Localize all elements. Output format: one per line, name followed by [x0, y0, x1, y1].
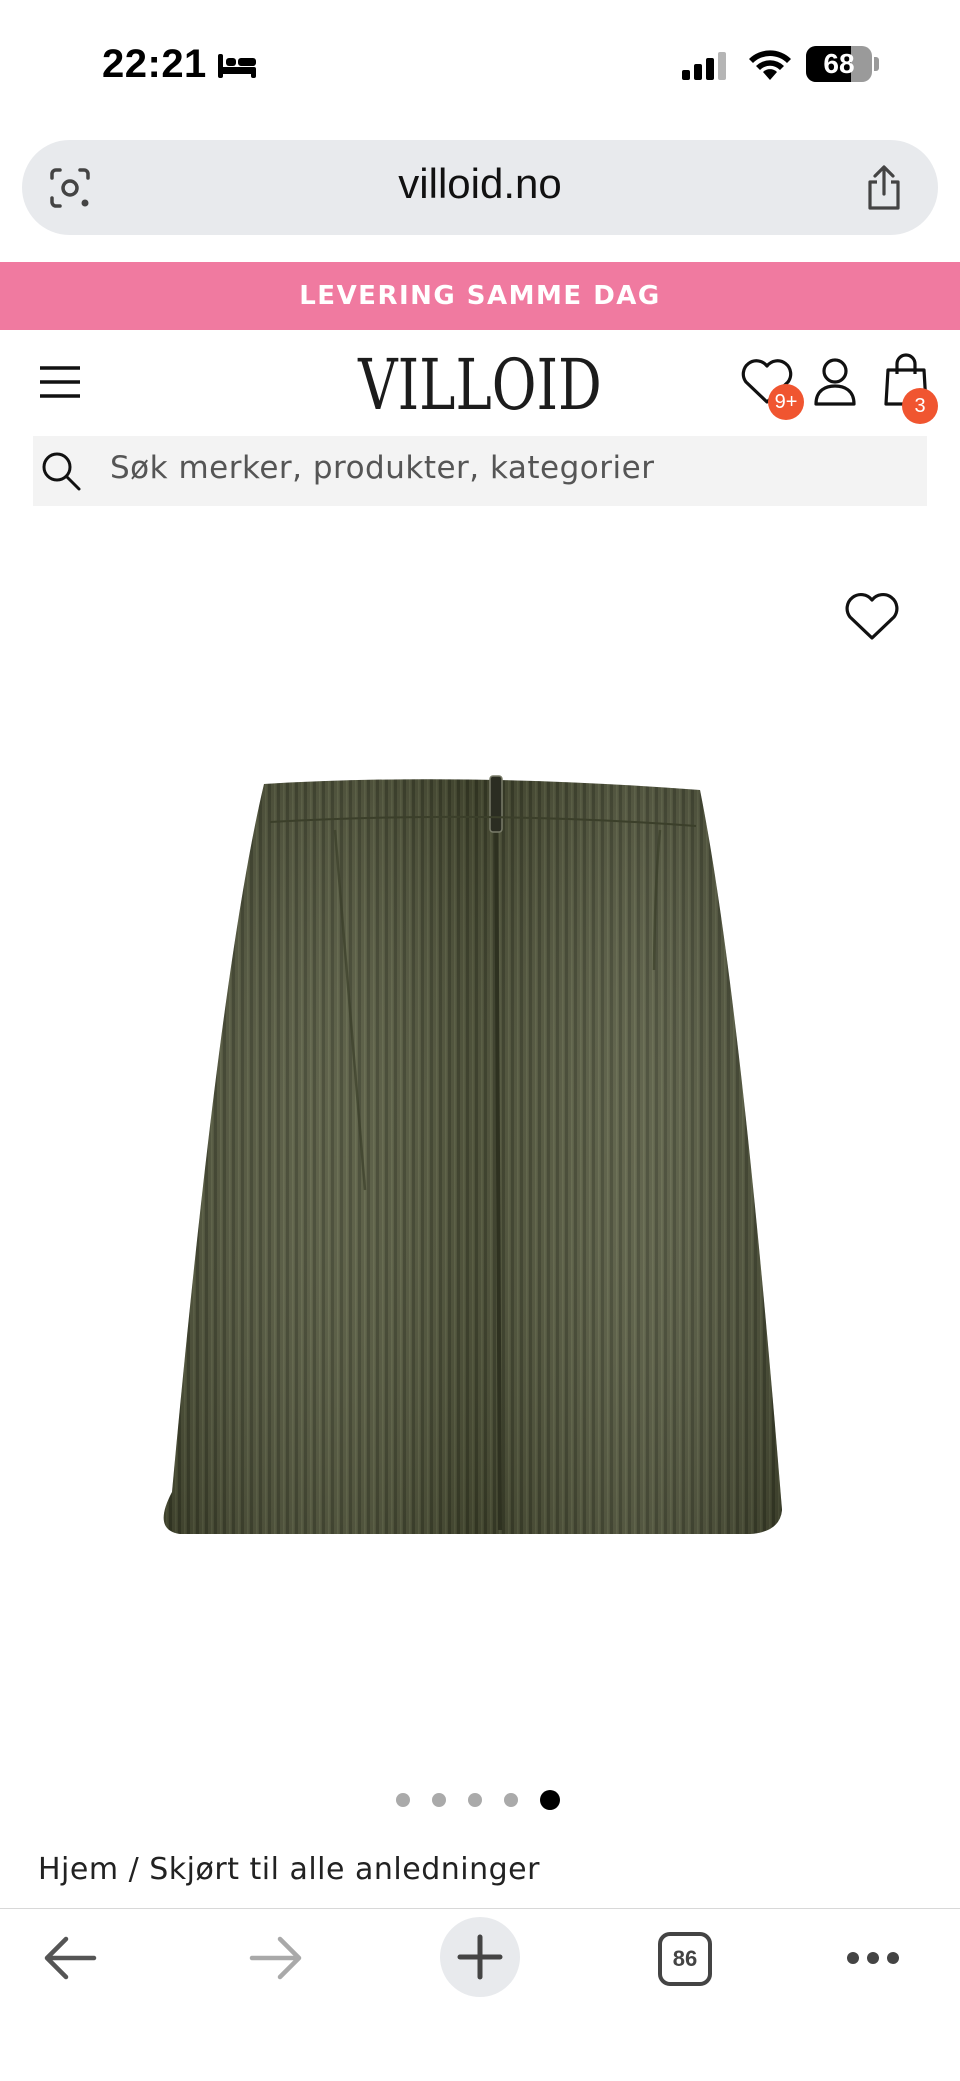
add-to-wishlist-heart-icon[interactable] — [844, 592, 900, 642]
battery-percent: 68 — [823, 48, 855, 79]
carousel-dot[interactable] — [540, 1790, 560, 1810]
carousel-dot[interactable] — [504, 1793, 518, 1807]
wishlist-count-badge: 9+ — [768, 384, 804, 420]
carousel-dot[interactable] — [432, 1793, 446, 1807]
back-arrow-icon[interactable] — [42, 1935, 98, 1981]
forward-arrow-icon[interactable] — [248, 1935, 304, 1981]
cellular-signal-icon — [682, 52, 726, 80]
promo-banner[interactable]: LEVERING SAMME DAG — [0, 262, 960, 330]
bed-icon — [218, 54, 256, 78]
search-placeholder[interactable]: Søk merker, produkter, kategorier — [110, 450, 654, 486]
tabs-icon[interactable]: 86 — [658, 1932, 712, 1986]
promo-text: LEVERING SAMME DAG — [299, 281, 661, 311]
user-icon[interactable] — [812, 356, 858, 408]
bag-count-badge: 3 — [902, 388, 938, 424]
carousel-dot[interactable] — [468, 1793, 482, 1807]
breadcrumb[interactable]: Hjem / Skjørt til alle anledninger — [38, 1852, 540, 1887]
product-image-skirt[interactable] — [160, 770, 800, 1540]
battery-tip — [874, 57, 879, 71]
share-icon[interactable] — [864, 164, 904, 212]
carousel-dot[interactable] — [396, 1793, 410, 1807]
battery-icon: 68 — [806, 46, 872, 82]
url-text[interactable]: villoid.no — [0, 160, 960, 208]
carousel-dots[interactable] — [396, 1788, 582, 1812]
wifi-icon — [749, 50, 791, 80]
plus-icon — [457, 1934, 503, 1980]
search-icon[interactable] — [40, 450, 82, 492]
more-icon[interactable] — [846, 1950, 900, 1966]
menu-icon[interactable] — [38, 364, 82, 400]
status-time: 22:21 — [102, 42, 207, 86]
new-tab-button[interactable] — [440, 1917, 520, 1997]
status-bar: 22:21 68 — [0, 0, 960, 130]
